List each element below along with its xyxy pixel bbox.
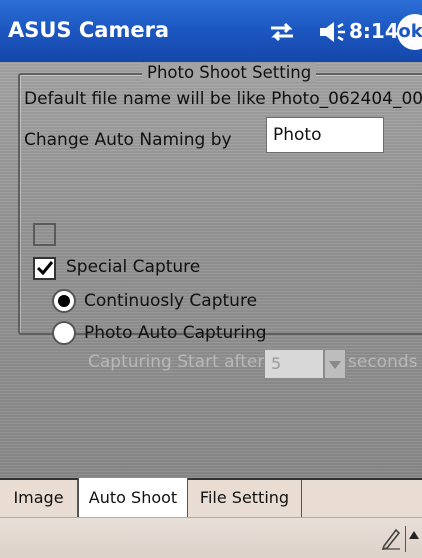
sync-icon[interactable] bbox=[267, 20, 297, 44]
photo-auto-capturing-label[interactable]: Photo Auto Capturing bbox=[84, 323, 267, 343]
settings-panel: Photo Shoot Setting Default file name wi… bbox=[0, 62, 422, 478]
title-bar: ASUS Camera 8:14 ok bbox=[0, 0, 422, 62]
device-screen: ASUS Camera 8:14 ok Photo Shoot Setting … bbox=[0, 0, 422, 558]
up-arrow-icon[interactable] bbox=[409, 531, 419, 539]
capturing-start-label: Capturing Start after bbox=[88, 352, 265, 372]
group-title: Photo Shoot Setting bbox=[142, 63, 317, 82]
special-capture-label[interactable]: Special Capture bbox=[66, 257, 200, 277]
photo-auto-capturing-radio[interactable] bbox=[52, 321, 76, 345]
ok-button[interactable]: ok bbox=[397, 14, 422, 50]
divider bbox=[405, 526, 406, 552]
input-bar bbox=[0, 517, 422, 558]
app-title: ASUS Camera bbox=[8, 18, 170, 42]
speaker-icon[interactable] bbox=[317, 19, 351, 45]
radio-selected-dot bbox=[58, 295, 70, 307]
check-icon bbox=[36, 261, 54, 276]
clock[interactable]: 8:14 bbox=[349, 19, 399, 43]
pen-icon[interactable] bbox=[380, 526, 402, 550]
tab-strip: Image Auto Shoot File Setting bbox=[0, 478, 422, 517]
seconds-label: seconds bbox=[348, 352, 418, 372]
chevron-down-icon bbox=[329, 361, 341, 369]
special-capture-checkbox[interactable] bbox=[33, 257, 56, 280]
change-auto-naming-label: Change Auto Naming by bbox=[24, 130, 232, 150]
dropdown-arrow-button bbox=[324, 349, 346, 379]
tab-file-setting[interactable]: File Setting bbox=[188, 480, 302, 517]
capture-delay-select: 5 bbox=[264, 349, 324, 379]
auto-naming-input[interactable]: Photo bbox=[266, 117, 384, 153]
tab-auto-shoot[interactable]: Auto Shoot bbox=[78, 478, 188, 517]
unlabeled-checkbox[interactable] bbox=[33, 223, 56, 246]
default-file-name-text: Default file name will be like Photo_062… bbox=[24, 89, 422, 109]
continuously-capture-label[interactable]: Continuosly Capture bbox=[84, 291, 257, 311]
tab-image[interactable]: Image bbox=[0, 480, 78, 517]
continuously-capture-radio[interactable] bbox=[52, 289, 76, 313]
